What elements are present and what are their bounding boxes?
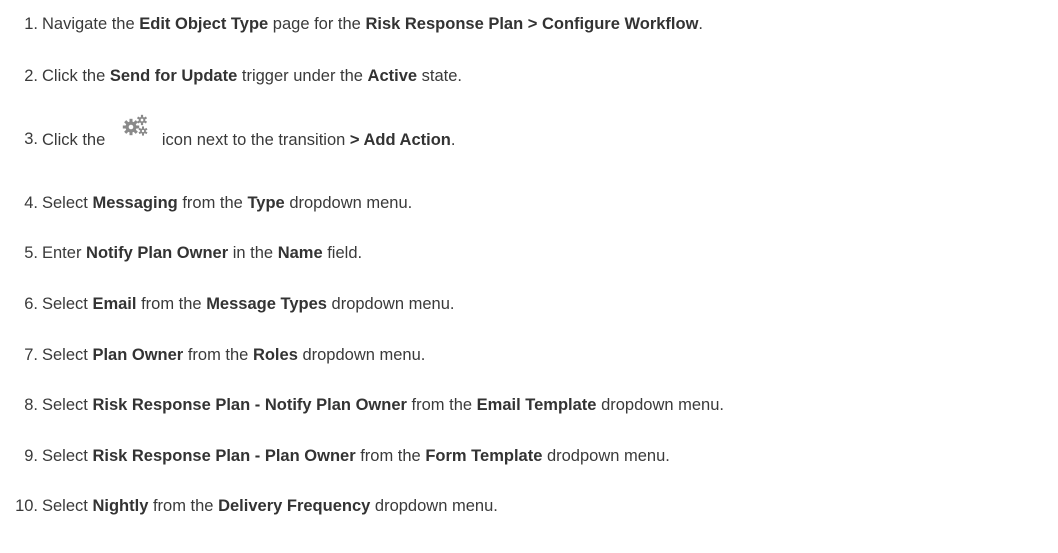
step-text-segment: Select xyxy=(42,447,93,465)
step-text-segment: dropdown menu. xyxy=(326,295,455,313)
step-text: Click the icon next to the transition > … xyxy=(42,114,456,152)
step-number: 9. xyxy=(24,447,38,465)
step-text-segment: Enter xyxy=(42,244,87,262)
step-text-segment: from the xyxy=(136,295,207,313)
step-number: 3. xyxy=(24,130,38,148)
step-text: Select Risk Response Plan - Plan Owner f… xyxy=(42,444,670,468)
step-text: Select Nightly from the Delivery Frequen… xyxy=(42,494,498,518)
step-text-segment: trigger under the xyxy=(237,67,368,85)
bold-term: Active xyxy=(367,67,418,85)
bold-term: Risk Response Plan - Plan Owner xyxy=(92,447,356,465)
bold-term: Name xyxy=(277,244,323,262)
step-text-segment: dropdown menu. xyxy=(297,346,426,364)
step-text-segment: in the xyxy=(228,244,278,262)
step-text-segment: Select xyxy=(42,497,93,515)
bold-term: > Add Action xyxy=(349,131,451,149)
bold-term: Email Template xyxy=(476,396,597,414)
step-text: Click the Send for Update trigger under … xyxy=(42,64,462,88)
bold-term: Type xyxy=(247,194,285,212)
step-text: Select Messaging from the Type dropdown … xyxy=(42,191,412,215)
step-number: 6. xyxy=(24,295,38,313)
step-number: 4. xyxy=(24,194,38,212)
step-text-segment: drodpown menu. xyxy=(542,447,670,465)
step-text-segment: Click the xyxy=(42,131,110,149)
step-text-segment: dropdown menu. xyxy=(596,396,724,414)
step-text-segment: state. xyxy=(417,67,463,85)
bold-term: Risk Response Plan > Configure Workflow xyxy=(365,15,699,33)
step-text-segment: . xyxy=(450,131,456,149)
step-text: Select Risk Response Plan - Notify Plan … xyxy=(42,393,724,417)
bold-term: Form Template xyxy=(425,447,543,465)
gears-icon xyxy=(120,113,150,137)
bold-term: Roles xyxy=(252,346,298,364)
step-text: Navigate the Edit Object Type page for t… xyxy=(42,12,703,36)
step-text-segment: from the xyxy=(355,447,426,465)
step-text-segment: Navigate the xyxy=(42,15,140,33)
step-text-segment: field. xyxy=(322,244,363,262)
step-text-segment: Select xyxy=(42,295,93,313)
step-text-segment: from the xyxy=(177,194,248,212)
bold-term: Messaging xyxy=(92,194,178,212)
bold-term: Delivery Frequency xyxy=(218,497,371,515)
bold-term: Risk Response Plan - Notify Plan Owner xyxy=(92,396,407,414)
bold-term: Send for Update xyxy=(109,67,238,85)
step-text-segment: from the xyxy=(148,497,219,515)
step-text-segment: from the xyxy=(406,396,477,414)
step-number: 2. xyxy=(24,67,38,85)
step-number: 7. xyxy=(24,346,38,364)
bold-term: Nightly xyxy=(92,497,149,515)
step-text-segment: Select xyxy=(42,346,93,364)
step-number: 5. xyxy=(24,244,38,262)
step-text-segment: Select xyxy=(42,194,93,212)
bold-term: Plan Owner xyxy=(92,346,184,364)
instruction-steps: 1. Navigate the Edit Object Type page for… xyxy=(0,0,1058,553)
step-text-segment: dropdown menu. xyxy=(370,497,498,515)
step-number: 8. xyxy=(24,396,38,414)
bold-term: Notify Plan Owner xyxy=(86,244,229,262)
bold-term: Edit Object Type xyxy=(139,15,269,33)
step-text-segment: Click the xyxy=(42,67,110,85)
bold-term: Message Types xyxy=(206,295,327,313)
step-number: 1. xyxy=(24,15,38,33)
step-text-segment: from the xyxy=(183,346,253,364)
step-text-segment: . xyxy=(698,15,704,33)
step-text-segment: page for the xyxy=(268,15,366,33)
bold-term: Email xyxy=(92,295,137,313)
step-number: 10. xyxy=(15,497,38,515)
step-text: Enter Notify Plan Owner in the Name fiel… xyxy=(42,241,362,265)
step-text-segment: icon next to the transition xyxy=(161,131,350,149)
step-text: Select Plan Owner from the Roles dropdow… xyxy=(42,343,425,367)
step-text-segment: dropdown menu. xyxy=(284,194,413,212)
step-text: Select Email from the Message Types drop… xyxy=(42,292,454,316)
step-text-segment: Select xyxy=(42,396,93,414)
